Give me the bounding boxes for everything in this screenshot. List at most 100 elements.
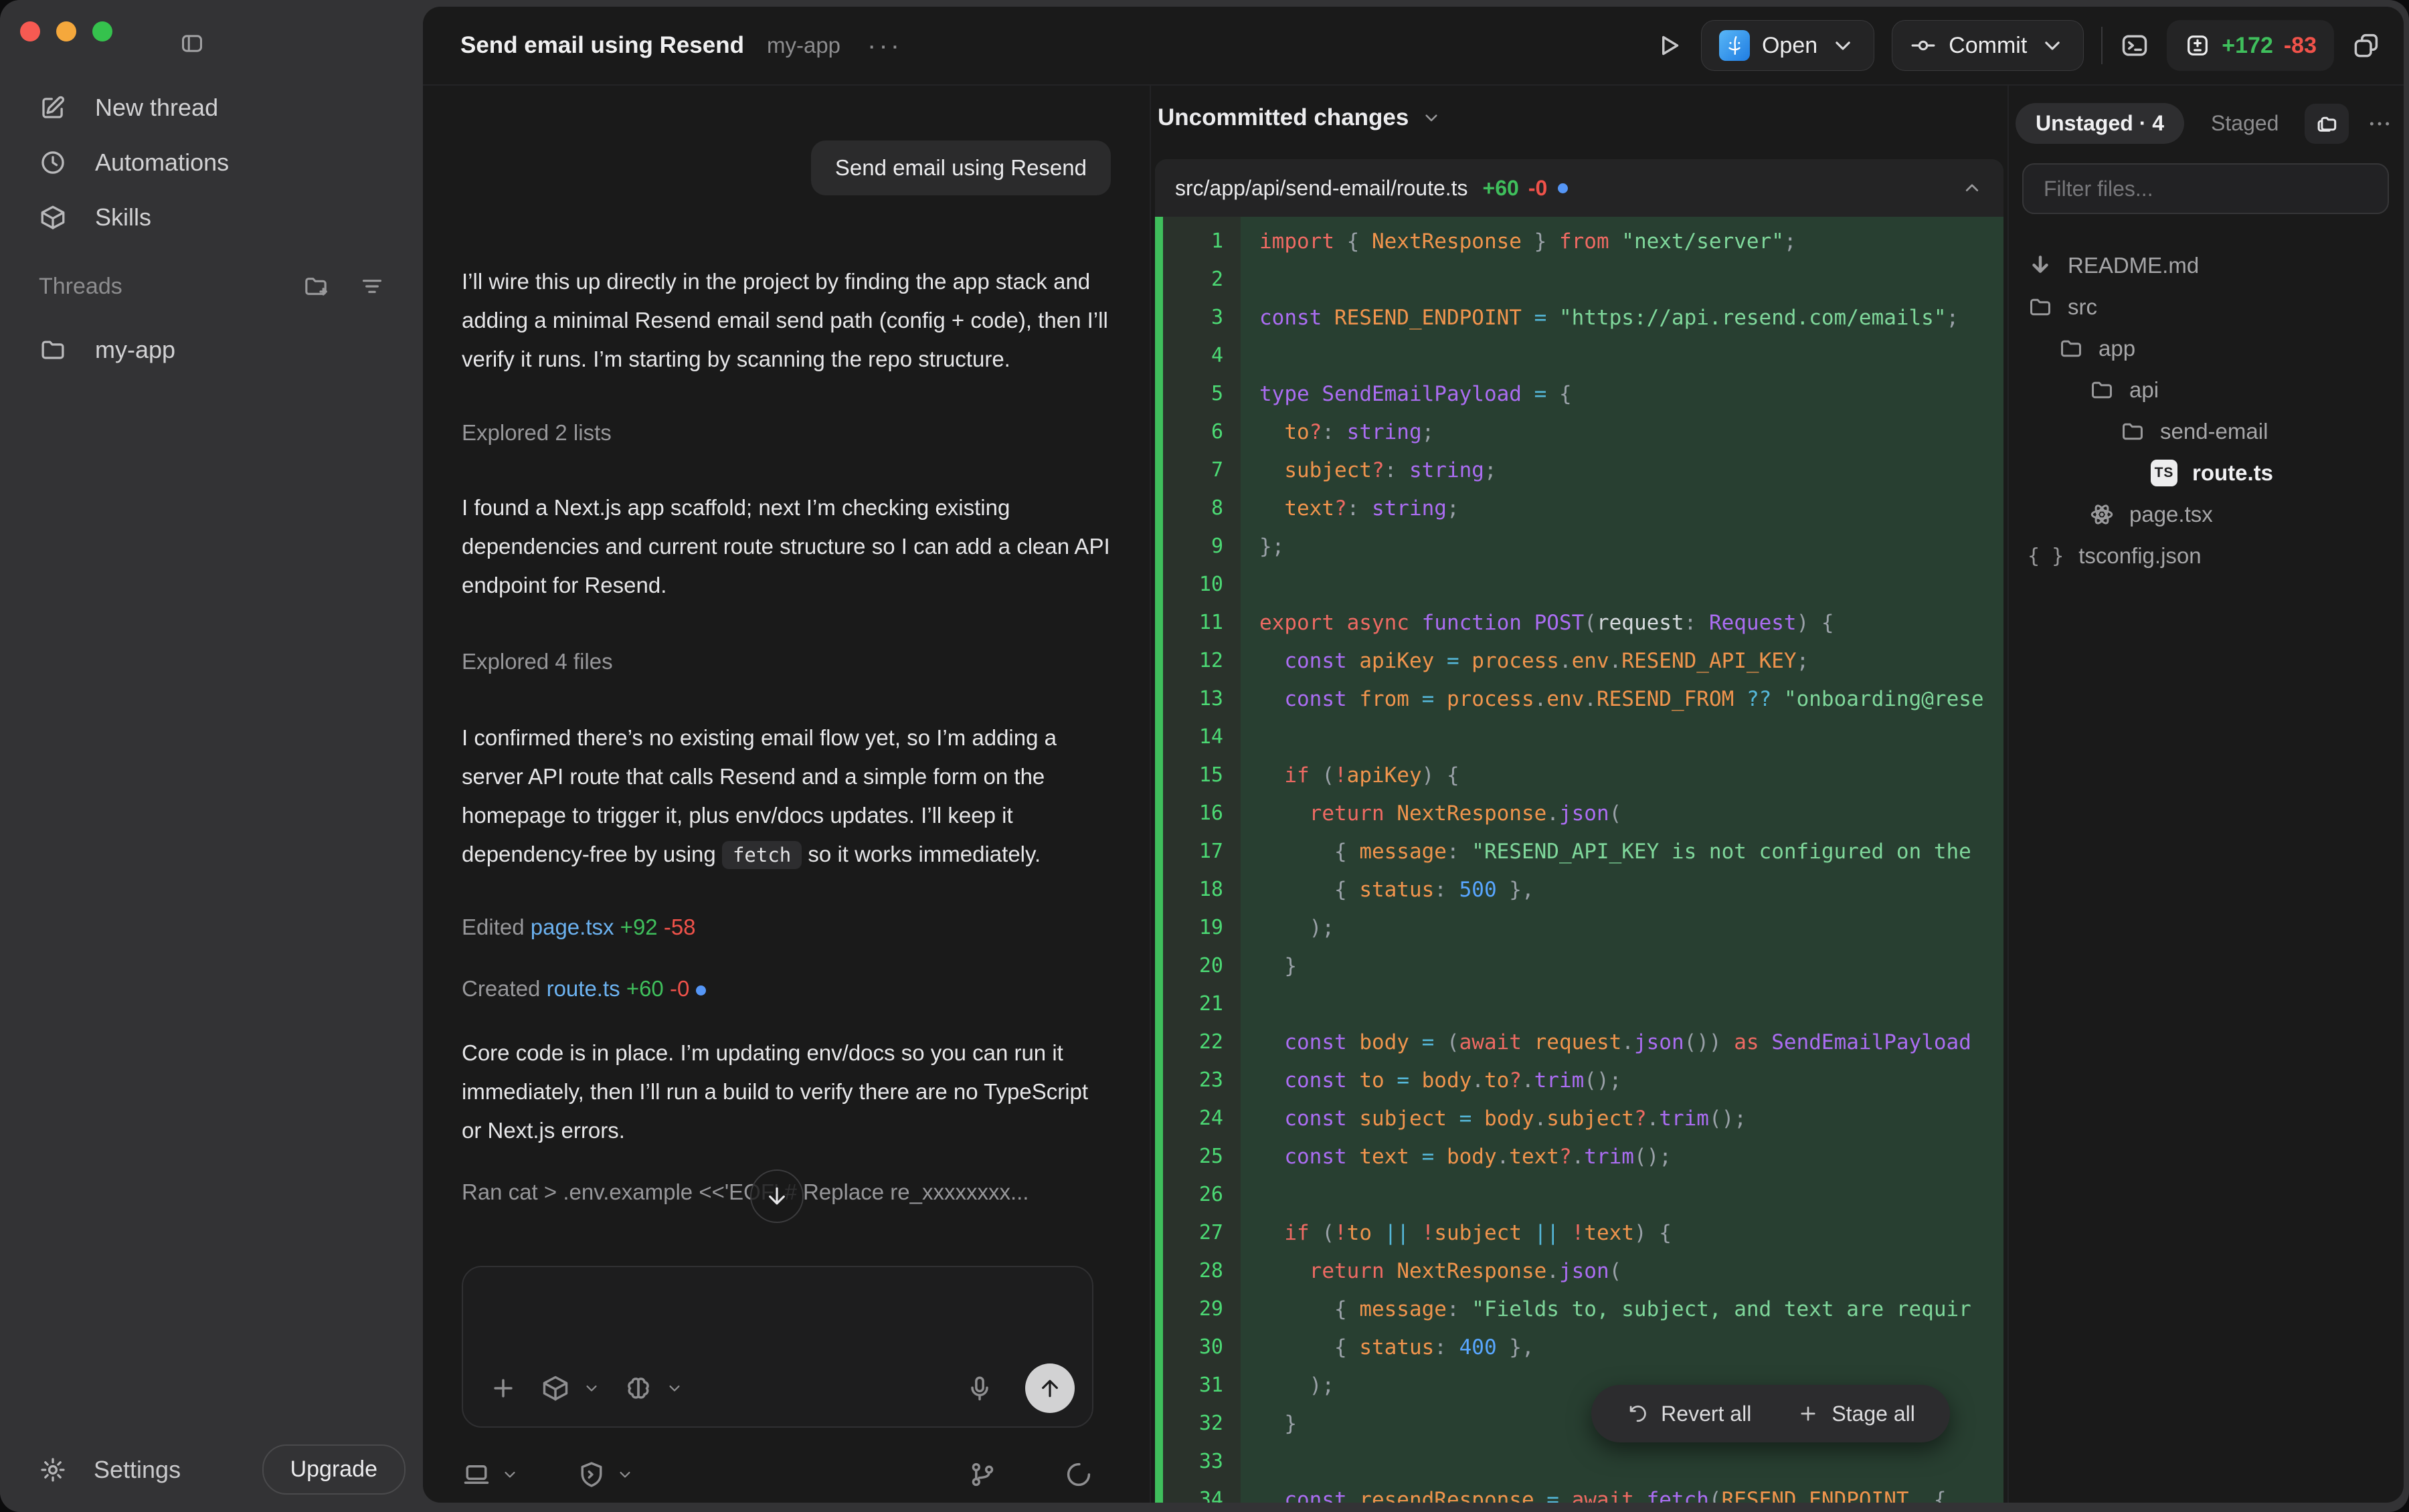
plus-icon	[1797, 1402, 1819, 1425]
clock-icon	[39, 149, 67, 177]
assistant-paragraph: I confirmed there’s no existing email fl…	[462, 719, 1111, 874]
filter-files-input[interactable]	[2022, 163, 2389, 214]
message-composer[interactable]	[462, 1266, 1093, 1428]
upgrade-button[interactable]: Upgrade	[262, 1444, 406, 1495]
code-line: 15 if (!apiKey) {	[1155, 756, 2003, 794]
code-line: 14	[1155, 718, 2003, 756]
sidebar-toggle-icon[interactable]	[179, 31, 205, 56]
added-count: +172	[2222, 33, 2273, 59]
code-line: 27 if (!to || !subject || !text) {	[1155, 1214, 2003, 1252]
main-panel: Send email using Resend my-app ··· Open …	[423, 7, 2404, 1503]
created-file-summary[interactable]: Created route.ts +60 -0	[462, 973, 1111, 1004]
model-cube-icon[interactable]	[541, 1374, 570, 1403]
sidebar-item-label: New thread	[95, 94, 218, 122]
explored-summary[interactable]: Explored 4 files	[462, 646, 1111, 677]
sidebar-item-label: Skills	[95, 203, 151, 231]
edited-file-summary[interactable]: Edited page.tsx +92 -58	[462, 912, 1111, 943]
diff-file-path: src/app/api/send-email/route.ts	[1175, 176, 1468, 201]
commit-icon	[1910, 32, 1937, 59]
zoom-window-button[interactable]	[92, 21, 112, 41]
folder-icon	[2028, 294, 2053, 320]
removed-count: -0	[1528, 176, 1547, 201]
thread-label: my-app	[95, 336, 175, 364]
explored-summary[interactable]: Explored 2 lists	[462, 417, 1111, 448]
send-button[interactable]	[1025, 1363, 1075, 1413]
diff-card: src/app/api/send-email/route.ts +60 -0 1…	[1155, 159, 2003, 1503]
thread-project: my-app	[767, 33, 840, 58]
file-link[interactable]: route.ts	[547, 976, 620, 1001]
group-by-folder-button[interactable]	[2305, 104, 2349, 144]
new-folder-icon[interactable]	[302, 273, 329, 300]
chevron-down-icon[interactable]	[616, 1465, 634, 1484]
tree-item-route.ts[interactable]: TSroute.ts	[2009, 452, 2404, 494]
code-line: 30 { status: 400 },	[1155, 1328, 2003, 1366]
code-line: 21	[1155, 985, 2003, 1023]
thread-more-icon[interactable]: ···	[867, 31, 902, 61]
machine-icon[interactable]	[462, 1460, 491, 1489]
code-line: 23 const to = body.to?.trim();	[1155, 1061, 2003, 1099]
sidebar-item-skills[interactable]: Skills	[0, 190, 423, 245]
chat-panel: Send email using Resend I’ll wire this u…	[423, 86, 1150, 1503]
code-line: 22 const body = (await request.json()) a…	[1155, 1023, 2003, 1061]
sidebar-item-automations[interactable]: Automations	[0, 135, 423, 190]
changes-header[interactable]: Uncommitted changes	[1158, 104, 1442, 131]
close-window-button[interactable]	[20, 21, 40, 41]
tree-item-src[interactable]: src	[2009, 286, 2404, 328]
picture-in-picture-icon[interactable]	[2351, 31, 2381, 60]
tab-unstaged[interactable]: Unstaged · 4	[2016, 103, 2184, 144]
sidebar-item-new-thread[interactable]: New thread	[0, 80, 423, 135]
tree-item-tsconfig.json[interactable]: { }tsconfig.json	[2009, 535, 2404, 577]
chevron-down-icon[interactable]	[501, 1465, 519, 1484]
scroll-to-bottom-button[interactable]	[750, 1169, 804, 1223]
git-branch-icon[interactable]	[968, 1460, 997, 1489]
gear-icon	[39, 1456, 67, 1484]
chevron-down-icon	[2039, 32, 2066, 59]
open-button[interactable]: Open	[1701, 20, 1874, 71]
inline-code: fetch	[722, 841, 802, 869]
folder-icon	[39, 336, 67, 364]
tab-staged[interactable]: Staged	[2211, 111, 2279, 136]
revert-all-button[interactable]: Revert all	[1622, 1401, 1755, 1427]
filter-threads-icon[interactable]	[359, 273, 385, 300]
permissions-shield-icon[interactable]	[577, 1460, 606, 1489]
file-link[interactable]: page.tsx	[531, 915, 614, 939]
tree-item-page.tsx[interactable]: page.tsx	[2009, 494, 2404, 535]
tree-item-README.md[interactable]: README.md	[2009, 245, 2404, 286]
more-options-icon[interactable]	[2366, 110, 2393, 137]
code-line: 24 const subject = body.subject?.trim();	[1155, 1099, 2003, 1137]
folder-icon	[2120, 419, 2145, 444]
run-icon[interactable]	[1654, 31, 1684, 60]
code-line: 11export async function POST(request: Re…	[1155, 603, 2003, 642]
tree-item-label: route.ts	[2192, 460, 2273, 486]
terminal-icon[interactable]	[2120, 31, 2149, 60]
code-line: 20 }	[1155, 947, 2003, 985]
tree-item-send-email[interactable]: send-email	[2009, 411, 2404, 452]
user-message: Send email using Resend	[811, 140, 1111, 195]
threads-section-label: Threads	[39, 274, 273, 300]
minimize-window-button[interactable]	[56, 21, 76, 41]
diff-file-header[interactable]: src/app/api/send-email/route.ts +60 -0	[1155, 159, 2003, 217]
json-braces-icon: { }	[2028, 545, 2064, 568]
code-line: 4	[1155, 337, 2003, 375]
diff-stats-button[interactable]: +172 -83	[2167, 20, 2334, 71]
added-count: +60	[1483, 176, 1519, 201]
thread-item-my-app[interactable]: my-app	[0, 322, 423, 377]
chevron-down-icon[interactable]	[582, 1379, 601, 1398]
code-line: 5type SendEmailPayload = {	[1155, 375, 2003, 413]
tree-item-app[interactable]: app	[2009, 328, 2404, 369]
mic-icon[interactable]	[965, 1374, 994, 1403]
stage-actions: Revert all Stage all	[1591, 1385, 1950, 1442]
code-line: 3const RESEND_ENDPOINT = "https://api.re…	[1155, 298, 2003, 337]
commit-button[interactable]: Commit	[1892, 20, 2084, 71]
reasoning-icon[interactable]	[624, 1374, 653, 1403]
settings-label: Settings	[94, 1456, 181, 1484]
collapse-icon[interactable]	[1961, 177, 1983, 199]
stage-all-button[interactable]: Stage all	[1793, 1401, 1919, 1427]
code-line: 33	[1155, 1442, 2003, 1481]
attach-icon[interactable]	[488, 1374, 518, 1403]
code-line: 34 const resendResponse = await fetch(RE…	[1155, 1481, 2003, 1503]
composer-settings-row	[462, 1460, 1093, 1489]
settings-button[interactable]: Settings	[39, 1456, 181, 1484]
tree-item-api[interactable]: api	[2009, 369, 2404, 411]
chevron-down-icon[interactable]	[665, 1379, 684, 1398]
